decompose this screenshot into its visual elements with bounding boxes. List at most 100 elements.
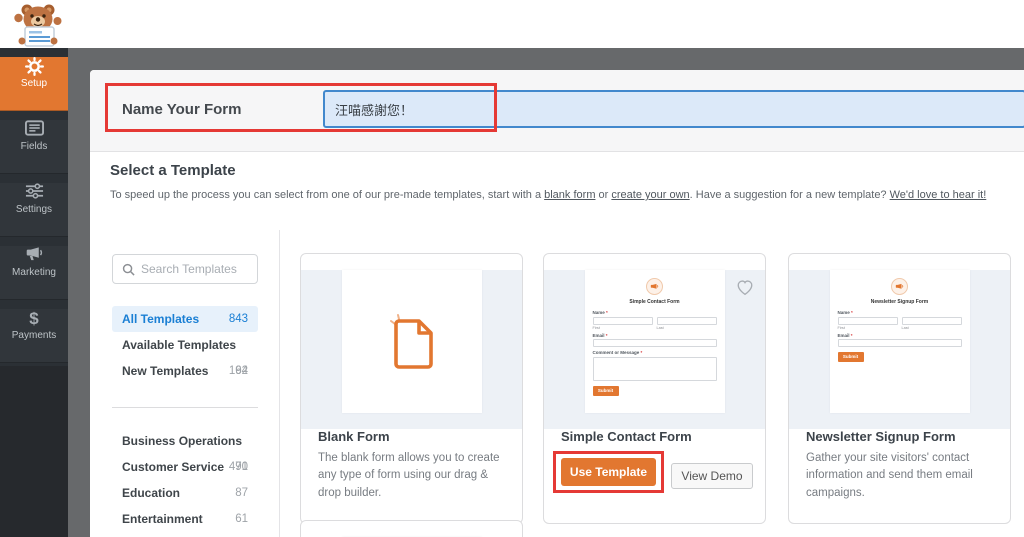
preview-input-first bbox=[837, 316, 898, 325]
required-asterisk: * bbox=[605, 332, 608, 338]
preview-input-last bbox=[656, 316, 717, 325]
gear-icon bbox=[24, 57, 44, 76]
category-label: Entertainment bbox=[122, 512, 203, 526]
label-text: Name bbox=[592, 310, 605, 315]
category-label: Business Operations bbox=[122, 434, 243, 448]
label-text: Comment or Message bbox=[592, 350, 640, 355]
preview-sublabel-last: Last bbox=[901, 325, 909, 330]
card-title: Newsletter Signup Form bbox=[806, 429, 956, 444]
category-customer-service[interactable]: Customer Service 91 bbox=[112, 454, 258, 480]
category-business-operations[interactable]: Business Operations 470 bbox=[112, 428, 258, 473]
preview-sublabel-first: First bbox=[592, 325, 600, 330]
category-divider bbox=[112, 407, 258, 408]
template-preview: Simple Contact Form Name * First Last Em… bbox=[544, 270, 765, 429]
preview-field-label: Comment or Message * bbox=[593, 350, 717, 355]
category-label: Customer Service bbox=[122, 460, 225, 474]
preview-field-label: Email * bbox=[838, 333, 962, 338]
search-icon bbox=[122, 263, 135, 276]
preview-input-first bbox=[592, 316, 653, 325]
select-template-heading: Select a Template bbox=[110, 162, 236, 179]
template-card-partial[interactable] bbox=[300, 520, 523, 537]
create-your-own-link[interactable]: create your own bbox=[611, 189, 689, 201]
preview-input-email bbox=[592, 339, 717, 347]
form-name-label: Name Your Form bbox=[122, 101, 242, 118]
view-demo-button[interactable]: View Demo bbox=[671, 463, 753, 489]
sidebar-item-marketing[interactable]: Marketing bbox=[0, 246, 68, 300]
label-text: Name bbox=[837, 310, 850, 315]
preview-textarea-message bbox=[592, 356, 717, 381]
form-name-input[interactable] bbox=[323, 90, 1024, 128]
contact-form-preview: Simple Contact Form Name * First Last Em… bbox=[584, 270, 725, 413]
category-all-templates[interactable]: All Templates 843 bbox=[112, 306, 258, 332]
category-count: 843 bbox=[228, 313, 248, 325]
sidebar-item-label: Settings bbox=[15, 204, 53, 215]
sliders-icon bbox=[25, 183, 44, 202]
category-entertainment[interactable]: Entertainment 61 bbox=[112, 506, 258, 532]
top-bar bbox=[0, 0, 1024, 48]
template-search-input[interactable] bbox=[141, 256, 253, 282]
preview-sublabel-first: First bbox=[837, 325, 845, 330]
sidebar-item-settings[interactable]: Settings bbox=[0, 183, 68, 237]
favorite-heart-icon[interactable] bbox=[736, 279, 754, 297]
template-search bbox=[112, 254, 258, 284]
intro-text: or bbox=[595, 189, 612, 201]
required-asterisk: * bbox=[851, 310, 853, 315]
category-label: All Templates bbox=[122, 312, 200, 326]
template-intro-text: To speed up the process you can select f… bbox=[110, 189, 986, 201]
sidebar-item-label: Marketing bbox=[12, 267, 56, 278]
required-asterisk: * bbox=[640, 350, 643, 355]
annotation-box-use-template: Use Template bbox=[553, 451, 664, 493]
wpforms-submark-icon bbox=[646, 278, 663, 295]
intro-text: To speed up the process you can select f… bbox=[110, 189, 545, 201]
builder-sidebar: Setup Fields Settings Marketing $ Paymen… bbox=[0, 48, 68, 537]
category-label: Available Templates bbox=[122, 338, 237, 352]
label-text: Email bbox=[592, 332, 605, 338]
required-asterisk: * bbox=[606, 310, 608, 315]
card-description: The blank form allows you to create any … bbox=[318, 452, 500, 499]
megaphone-icon bbox=[25, 246, 44, 265]
card-title: Blank Form bbox=[318, 429, 390, 444]
setup-panel: Name Your Form Select a Template To spee… bbox=[90, 70, 1024, 537]
label-text: Email bbox=[837, 332, 850, 338]
preview-sublabel-last: Last bbox=[656, 325, 664, 330]
sidebar-spacer bbox=[0, 366, 68, 537]
preview-input-email bbox=[837, 339, 962, 347]
category-count: 192 bbox=[228, 365, 248, 377]
intro-text: . Have a suggestion for a new template? bbox=[689, 189, 890, 201]
blank-document-icon bbox=[389, 313, 433, 369]
sidebar-item-label: Payments bbox=[11, 330, 57, 341]
preview-form-title: Newsletter Signup Form bbox=[870, 299, 929, 305]
dollar-icon: $ bbox=[29, 309, 39, 328]
template-card-simple-contact-form[interactable]: Simple Contact Form Name * First Last Em… bbox=[543, 253, 766, 524]
sidebar-item-label: Setup bbox=[20, 78, 48, 89]
category-count: 91 bbox=[235, 461, 248, 473]
template-card-newsletter-signup-form[interactable]: Newsletter Signup Form Name * First Last… bbox=[788, 253, 1011, 524]
preview-field-label: Name * bbox=[593, 310, 717, 315]
category-new-templates[interactable]: New Templates 192 bbox=[112, 358, 258, 384]
category-label: Education bbox=[122, 486, 181, 500]
sidebar-item-label: Fields bbox=[20, 141, 48, 152]
required-asterisk: * bbox=[850, 332, 853, 338]
use-template-button[interactable]: Use Template bbox=[561, 458, 656, 486]
template-preview bbox=[301, 270, 522, 429]
form-fields-icon bbox=[24, 120, 44, 139]
preview-form-title: Simple Contact Form bbox=[629, 299, 680, 305]
category-education[interactable]: Education 87 bbox=[112, 480, 258, 506]
preview-field-label: Name * bbox=[838, 310, 962, 315]
suggestion-link[interactable]: We'd love to hear it! bbox=[890, 189, 987, 201]
preview-field-label: Email * bbox=[593, 333, 717, 338]
sidebar-item-payments[interactable]: $ Payments bbox=[0, 309, 68, 363]
template-preview: Newsletter Signup Form Name * First Last… bbox=[789, 270, 1010, 429]
category-available-templates[interactable]: Available Templates 64 bbox=[112, 332, 258, 377]
preview-submit-button: Submit bbox=[837, 352, 864, 362]
newsletter-form-preview: Newsletter Signup Form Name * First Last… bbox=[829, 270, 970, 413]
preview-submit-button: Submit bbox=[592, 385, 619, 396]
preview-input-last bbox=[901, 316, 962, 325]
panel-divider bbox=[279, 230, 280, 537]
blank-form-link[interactable]: blank form bbox=[544, 189, 595, 201]
sidebar-item-setup[interactable]: Setup bbox=[0, 57, 68, 111]
wpforms-submark-icon bbox=[891, 278, 908, 295]
card-title: Simple Contact Form bbox=[561, 429, 692, 444]
sidebar-item-fields[interactable]: Fields bbox=[0, 120, 68, 174]
template-card-blank-form[interactable]: Blank Form The blank form allows you to … bbox=[300, 253, 523, 524]
